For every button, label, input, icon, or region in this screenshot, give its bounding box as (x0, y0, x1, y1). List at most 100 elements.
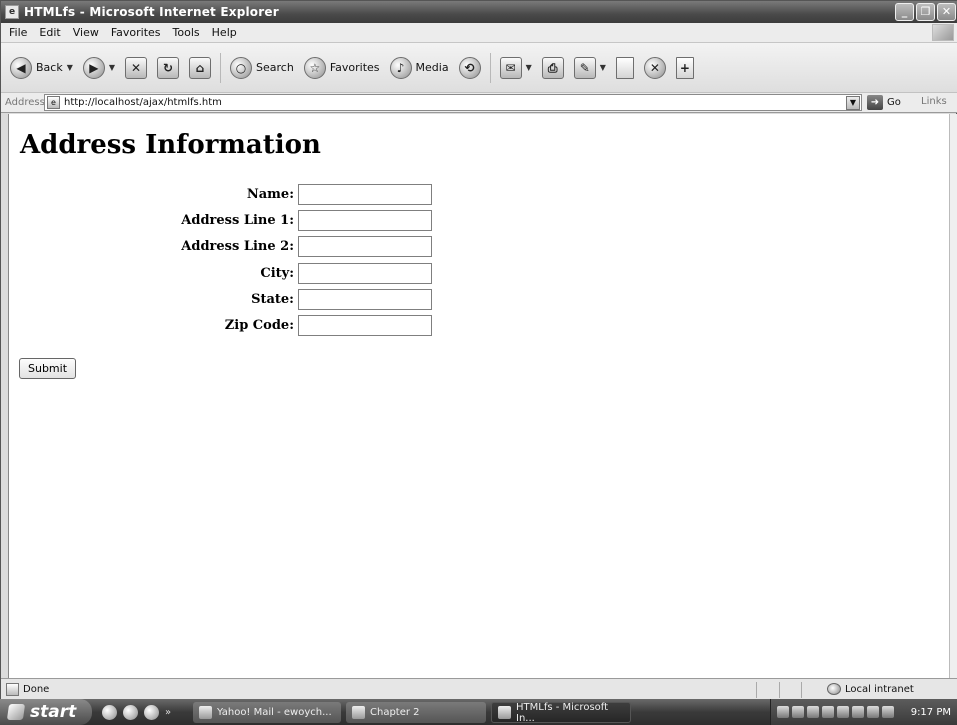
back-button[interactable]: ◀ Back ▼ (7, 51, 76, 85)
tray-app-icon[interactable] (822, 706, 834, 718)
favorites-label: Favorites (329, 61, 380, 74)
chevron-right-icon[interactable]: » (165, 707, 171, 718)
research-icon: + (675, 56, 694, 79)
mail-icon: ✉ (499, 56, 522, 79)
search-button[interactable]: ○ Search (227, 51, 297, 85)
forward-arrow-icon: ▶ (82, 56, 105, 79)
browser-quicklaunch-icon[interactable] (123, 704, 138, 720)
media-button[interactable]: ♪ Media (387, 51, 452, 85)
tray-network-icon[interactable] (807, 706, 819, 718)
forward-dropdown-icon[interactable]: ▼ (109, 63, 115, 72)
discuss-button[interactable] (613, 51, 637, 85)
edit-icon: ✎ (573, 56, 596, 79)
form-row-state: State: (9, 289, 439, 311)
taskbar: start » Yahoo! Mail - ewoych... Chapter … (0, 699, 957, 725)
stop-icon: ✕ (125, 56, 148, 79)
submit-button[interactable]: Submit (19, 358, 76, 379)
messenger-quicklaunch-icon[interactable] (144, 704, 159, 720)
page-title: Address Information (20, 130, 321, 160)
maximize-button[interactable]: ❐ (916, 3, 935, 21)
name-label: Name: (246, 187, 294, 202)
back-dropdown-icon[interactable]: ▼ (67, 63, 73, 72)
favorites-button[interactable]: ☆ Favorites (301, 51, 383, 85)
vertical-scrollbar[interactable] (949, 114, 957, 678)
ie-quicklaunch-icon[interactable] (102, 704, 117, 720)
name-input[interactable] (298, 184, 432, 205)
zip-code-label: Zip Code: (224, 318, 294, 333)
state-label: State: (251, 292, 294, 307)
address-bar: Address e http://localhost/ajax/htmlfs.h… (1, 93, 957, 113)
menu-tools[interactable]: Tools (167, 26, 206, 39)
history-icon: ⟲ (458, 56, 481, 79)
messenger-button[interactable]: ✕ (641, 51, 669, 85)
back-label: Back (36, 61, 63, 74)
toolbar-separator (489, 52, 491, 83)
refresh-button[interactable]: ↻ (154, 51, 182, 85)
stop-button[interactable]: ✕ (122, 51, 150, 85)
close-button[interactable]: ✕ (937, 3, 956, 21)
windows-flag-icon (6, 704, 26, 720)
media-icon: ♪ (389, 56, 412, 79)
status-text: Done (23, 684, 50, 695)
browser-window: e HTMLfs - Microsoft Internet Explorer _… (0, 0, 957, 700)
windows-logo-icon (932, 24, 954, 41)
tray-zonealarm-icon[interactable] (837, 706, 849, 718)
mail-dropdown-icon[interactable]: ▼ (526, 63, 532, 72)
go-label: Go (887, 97, 901, 108)
page-icon: e (47, 96, 60, 109)
address-line-2-input[interactable] (298, 236, 432, 257)
menu-favorites[interactable]: Favorites (105, 26, 167, 39)
form-row-address1: Address Line 1: (9, 210, 439, 232)
links-button[interactable]: Links (921, 96, 947, 107)
print-button[interactable]: ⎙ (539, 51, 567, 85)
tray-expand-icon[interactable] (777, 706, 789, 718)
refresh-icon: ↻ (157, 56, 180, 79)
status-divider (756, 682, 757, 698)
search-label: Search (256, 61, 294, 74)
menu-help[interactable]: Help (206, 26, 243, 39)
tray-app-icon[interactable] (852, 706, 864, 718)
status-bar: Done Local intranet (1, 678, 957, 700)
folder-icon (352, 706, 365, 719)
status-divider (801, 682, 802, 698)
taskbar-item-yahoo-mail[interactable]: Yahoo! Mail - ewoych... (193, 702, 341, 723)
menu-view[interactable]: View (67, 26, 105, 39)
task-label: HTMLfs - Microsoft In... (516, 701, 609, 724)
address-dropdown-icon[interactable]: ▼ (846, 96, 860, 110)
state-input[interactable] (298, 289, 432, 310)
forward-button[interactable]: ▶ ▼ (80, 51, 118, 85)
media-label: Media (415, 61, 449, 74)
clock[interactable]: 9:17 PM (911, 707, 951, 718)
security-zone[interactable]: Local intranet (827, 683, 914, 695)
start-button[interactable]: start (0, 699, 92, 725)
menu-edit[interactable]: Edit (33, 26, 66, 39)
history-button[interactable]: ⟲ (456, 51, 484, 85)
zone-label: Local intranet (845, 683, 914, 695)
title-bar[interactable]: e HTMLfs - Microsoft Internet Explorer _… (1, 1, 957, 23)
research-button[interactable]: + (673, 51, 697, 85)
go-button[interactable]: ➜ Go (867, 95, 901, 110)
edit-button[interactable]: ✎ ▼ (571, 51, 609, 85)
city-label: City: (260, 266, 294, 281)
mail-button[interactable]: ✉ ▼ (497, 51, 535, 85)
go-arrow-icon: ➜ (867, 95, 883, 110)
ie-window-icon (498, 706, 511, 719)
taskbar-item-chapter-2[interactable]: Chapter 2 (346, 702, 486, 723)
minimize-button[interactable]: _ (895, 3, 914, 21)
address-input[interactable]: e http://localhost/ajax/htmlfs.htm (44, 94, 862, 111)
city-input[interactable] (298, 263, 432, 284)
home-button[interactable]: ⌂ (186, 51, 214, 85)
tray-volume-icon[interactable] (882, 706, 894, 718)
discuss-icon (615, 56, 634, 79)
taskbar-item-htmlfs[interactable]: HTMLfs - Microsoft In... (491, 701, 631, 724)
tray-app-icon[interactable] (867, 706, 879, 718)
address-line-1-input[interactable] (298, 210, 432, 231)
menu-file[interactable]: File (3, 26, 33, 39)
toolbar: ◀ Back ▼ ▶ ▼ ✕ ↻ ⌂ ○ Search ☆ Favorites … (1, 43, 957, 93)
edit-dropdown-icon[interactable]: ▼ (600, 63, 606, 72)
intranet-globe-icon (827, 683, 841, 695)
tray-app-icon[interactable] (792, 706, 804, 718)
zip-code-input[interactable] (298, 315, 432, 336)
toolbar-separator (220, 52, 222, 83)
page-content: Address Information Name: Address Line 1… (8, 114, 949, 678)
